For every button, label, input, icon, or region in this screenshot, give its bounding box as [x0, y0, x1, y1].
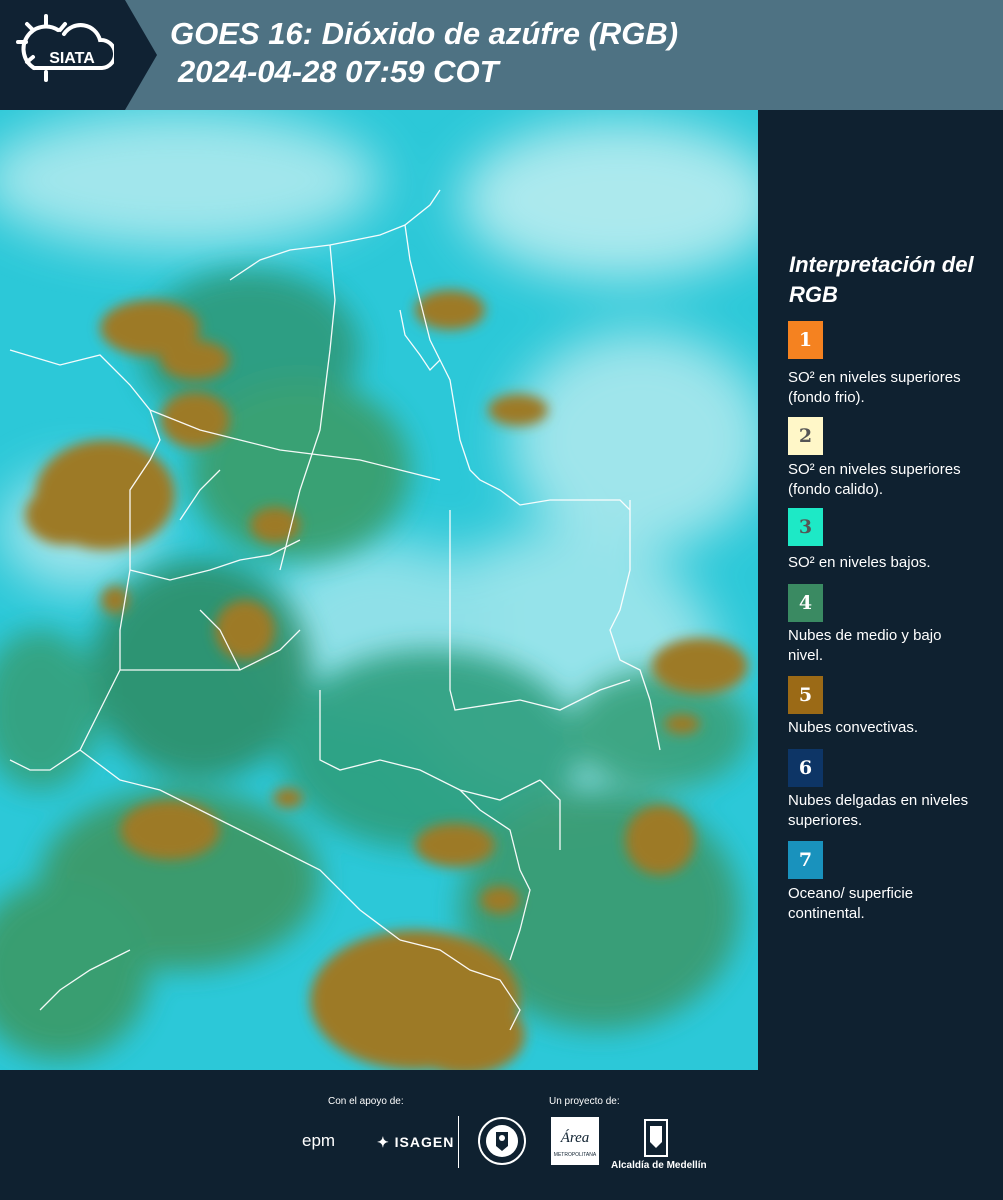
logo-arrow [125, 0, 157, 110]
alcaldia-label: Alcaldía de Medellín [611, 1160, 707, 1171]
alcaldia-crest-icon [644, 1119, 668, 1157]
epm-logo: epm [302, 1131, 336, 1150]
legend-swatch-7: 7 [788, 841, 823, 879]
medellin-seal-icon [478, 1117, 526, 1165]
legend-swatch-4: 4 [788, 584, 823, 622]
legend-swatch-3: 3 [788, 508, 823, 546]
legend-label-5: Nubes convectivas. [788, 719, 919, 736]
legend-swatch-6: 6 [788, 749, 823, 787]
page-timestamp: 2024-04-28 07:59 COT [178, 54, 499, 89]
isagen-logo: ✦ ISAGEN [377, 1134, 454, 1151]
sun-cloud-icon: SIATA [16, 14, 114, 82]
legend-swatch-2: 2 [788, 417, 823, 455]
legend-label-2: SO² en niveles superiores (fondo calido)… [788, 461, 961, 498]
support-label: Con el apoyo de: [328, 1096, 404, 1107]
page-title: GOES 16: Dióxido de azúfre (RGB) [170, 16, 679, 51]
satellite-map [0, 110, 758, 1070]
legend-title: Interpretación del RGB [789, 252, 974, 307]
area-metropolitana-logo: Área METROPOLITANA [551, 1117, 599, 1165]
legend-swatch-5: 5 [788, 676, 823, 714]
rgb-legend: Interpretación del RGB 1 SO² en niveles … [758, 110, 1003, 1070]
legend-label-6: Nubes delgadas en niveles superiores. [788, 792, 969, 829]
svg-text:METROPOLITANA: METROPOLITANA [554, 1152, 597, 1158]
legend-swatch-1: 1 [788, 321, 823, 359]
project-label: Un proyecto de: [549, 1096, 620, 1107]
legend-label-3: SO² en niveles bajos. [788, 554, 931, 571]
header: SIATA GOES 16: Dióxido de azúfre (RGB) 2… [0, 0, 1003, 110]
satellite-image [0, 110, 758, 1070]
legend-label-1: SO² en niveles superiores (fondo frio). [788, 369, 961, 406]
isagen-icon: ✦ [377, 1134, 395, 1150]
footer: Con el apoyo de: Un proyecto de: epm ✦ I… [0, 1070, 1003, 1200]
footer-divider [458, 1116, 459, 1168]
legend-label-4: Nubes de medio y bajo nivel. [788, 627, 942, 664]
svg-text:SIATA: SIATA [49, 50, 95, 67]
siata-logo: SIATA [0, 0, 125, 110]
legend-label-7: Oceano/ superficie continental. [788, 885, 914, 922]
isagen-label: ISAGEN [394, 1134, 455, 1150]
svg-text:Área: Área [560, 1129, 590, 1146]
